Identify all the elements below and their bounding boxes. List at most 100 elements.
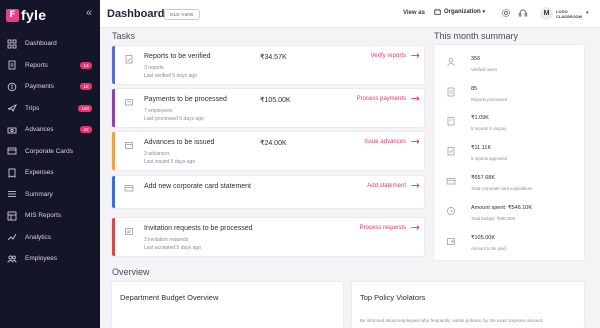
summary-label: Total corporate card expenditure xyxy=(471,186,533,191)
task-last-action: Last issued 5 days ago xyxy=(144,159,196,165)
card-icon xyxy=(7,147,17,155)
organization-label: Organization xyxy=(444,8,481,15)
organization-icon xyxy=(434,8,441,15)
sidebar-item-advances[interactable]: Advances 42 xyxy=(0,119,100,141)
sidebar-item-reports[interactable]: Reports 13 xyxy=(0,55,100,77)
task-amount: ₹34.57K xyxy=(260,54,287,61)
summary-item: Amount spent: ₹546.10K Total budget: ₹69… xyxy=(434,199,584,229)
task-title: Reports to be verified xyxy=(144,53,211,60)
advance-icon xyxy=(7,127,17,134)
user-icon xyxy=(447,58,455,67)
task-subtext: 3 advances Last issued 5 days ago xyxy=(144,150,195,166)
issue-advances-link[interactable]: Issue advances xyxy=(364,139,406,145)
advance-wallet-icon xyxy=(125,142,133,149)
summary-value: 356 xyxy=(471,56,481,62)
budget-icon xyxy=(447,207,455,215)
count-badge: 13 xyxy=(80,61,92,69)
sidebar-item-expenses[interactable]: Expenses xyxy=(0,162,100,184)
sidebar-item-payments[interactable]: Payments 18 xyxy=(0,76,100,98)
task-card-advances[interactable]: Advances to be issued ₹24.00K 3 advances… xyxy=(112,132,424,170)
arrow-right-icon[interactable]: → xyxy=(411,135,420,148)
verify-reports-link[interactable]: Verify reports xyxy=(371,53,406,59)
task-title: Invitation requests to be processed xyxy=(144,225,253,232)
sidebar-item-label: Advances xyxy=(25,126,54,134)
report-icon xyxy=(8,60,16,70)
sidebar-item-summary[interactable]: Summary xyxy=(0,184,100,206)
plane-icon xyxy=(7,104,17,113)
arrow-right-icon[interactable]: → xyxy=(411,179,420,192)
logo-mark: F xyxy=(6,8,19,22)
old-view-button[interactable]: OLD VIEW xyxy=(164,9,200,20)
payment-icon xyxy=(7,82,17,91)
sidebar-item-label: Payments xyxy=(25,83,54,91)
user-org-label[interactable]: LOGO CLASSROOM xyxy=(556,9,586,19)
summary-label: Reports processed xyxy=(471,97,508,102)
task-card-corporate-card[interactable]: Add new corporate card statement Add sta… xyxy=(112,176,424,208)
sidebar-item-corporate-cards[interactable]: Corporate Cards xyxy=(0,141,100,163)
arrow-right-icon[interactable]: → xyxy=(411,221,420,234)
task-amount: ₹105.00K xyxy=(260,97,291,104)
settings-gear-icon[interactable] xyxy=(501,8,511,18)
expense-icon xyxy=(8,168,16,178)
wallet-icon xyxy=(447,238,455,245)
sidebar-item-employees[interactable]: Employees xyxy=(0,248,100,270)
policy-violators-description: Be informed about employees who frequent… xyxy=(360,318,544,323)
people-icon xyxy=(7,255,17,263)
task-count: 3 reports xyxy=(144,65,164,71)
summary-value: 85 xyxy=(471,86,478,92)
summary-value: ₹1.09K xyxy=(471,115,489,121)
sidebar-item-trips[interactable]: Trips 158 xyxy=(0,98,100,120)
task-count: 7 employees xyxy=(144,108,173,114)
chevron-down-icon: ▾ xyxy=(482,8,486,15)
process-payments-link[interactable]: Process payments xyxy=(357,96,406,102)
collapse-sidebar-icon[interactable]: « xyxy=(86,7,92,19)
summary-item: ₹1.09K 5 reports in inquiry xyxy=(434,109,584,139)
summary-item: ₹657.68K Total corporate card expenditur… xyxy=(434,169,584,199)
summary-value: ₹105.00K xyxy=(471,235,495,241)
department-budget-title: Department Budget Overview xyxy=(120,293,219,302)
card-icon xyxy=(446,178,456,185)
task-subtext: 7 employees Last processed 5 days ago xyxy=(144,107,204,123)
arrow-right-icon[interactable]: → xyxy=(411,92,420,105)
analytics-icon xyxy=(7,234,17,241)
card-icon xyxy=(124,185,134,192)
summary-icon xyxy=(8,191,16,198)
sidebar-item-dashboard[interactable]: Dashboard xyxy=(0,33,100,55)
task-title: Add new corporate card statement xyxy=(144,183,252,190)
arrow-right-icon[interactable]: → xyxy=(411,49,420,62)
summary-value: ₹11.11K xyxy=(471,145,492,151)
add-statement-link[interactable]: Add statement xyxy=(367,183,406,189)
sidebar: F fyle « Dashboard Reports 13 Payments 1… xyxy=(0,0,100,328)
summary-label: Verified users xyxy=(471,67,498,72)
task-title: Payments to be processed xyxy=(144,96,227,103)
process-requests-link[interactable]: Process requests xyxy=(360,225,406,231)
support-headset-icon[interactable] xyxy=(518,8,528,18)
task-card-reports[interactable]: Reports to be verified ₹34.57K 3 reports… xyxy=(112,46,424,84)
overview-title: Overview xyxy=(112,267,150,277)
sidebar-item-analytics[interactable]: Analytics xyxy=(0,227,100,249)
task-card-invitations[interactable]: Invitation requests to be processed 3 in… xyxy=(112,218,424,256)
task-card-payments[interactable]: Payments to be processed ₹105.00K 7 empl… xyxy=(112,89,424,127)
sidebar-item-label: Dashboard xyxy=(25,40,57,48)
organization-select[interactable]: Organization ▾ xyxy=(434,8,485,15)
top-header: Dashboard OLD VIEW View as Organization … xyxy=(100,0,600,28)
chevron-down-icon[interactable]: ▾ xyxy=(586,10,589,16)
sidebar-item-mis-reports[interactable]: MIS Reports xyxy=(0,205,100,227)
sidebar-item-label: Reports xyxy=(25,61,48,69)
fyle-logo[interactable]: F fyle xyxy=(6,7,46,23)
sidebar-item-label: MIS Reports xyxy=(25,212,62,220)
avatar[interactable]: M xyxy=(540,7,553,20)
summary-item: ₹105.00K Amount to be paid xyxy=(434,229,584,259)
summary-label: Total budget: ₹690.00K xyxy=(471,216,516,221)
sidebar-item-label: Analytics xyxy=(25,233,52,241)
sidebar-item-label: Corporate Cards xyxy=(25,147,74,155)
sidebar-item-label: Employees xyxy=(25,255,58,263)
summary-item: 85 Reports processed xyxy=(434,80,584,110)
policy-violators-card[interactable]: Top Policy Violators Be informed about e… xyxy=(352,282,584,328)
sidebar-item-label: Summary xyxy=(25,190,53,198)
task-subtext: 3 invitation requests Last accepted 5 da… xyxy=(144,236,201,252)
task-last-action: Last accepted 5 days ago xyxy=(144,245,201,251)
tasks-title: Tasks xyxy=(112,31,136,41)
department-budget-card[interactable]: Department Budget Overview xyxy=(112,282,343,328)
summary-label: 5 reports in inquiry xyxy=(471,126,507,131)
